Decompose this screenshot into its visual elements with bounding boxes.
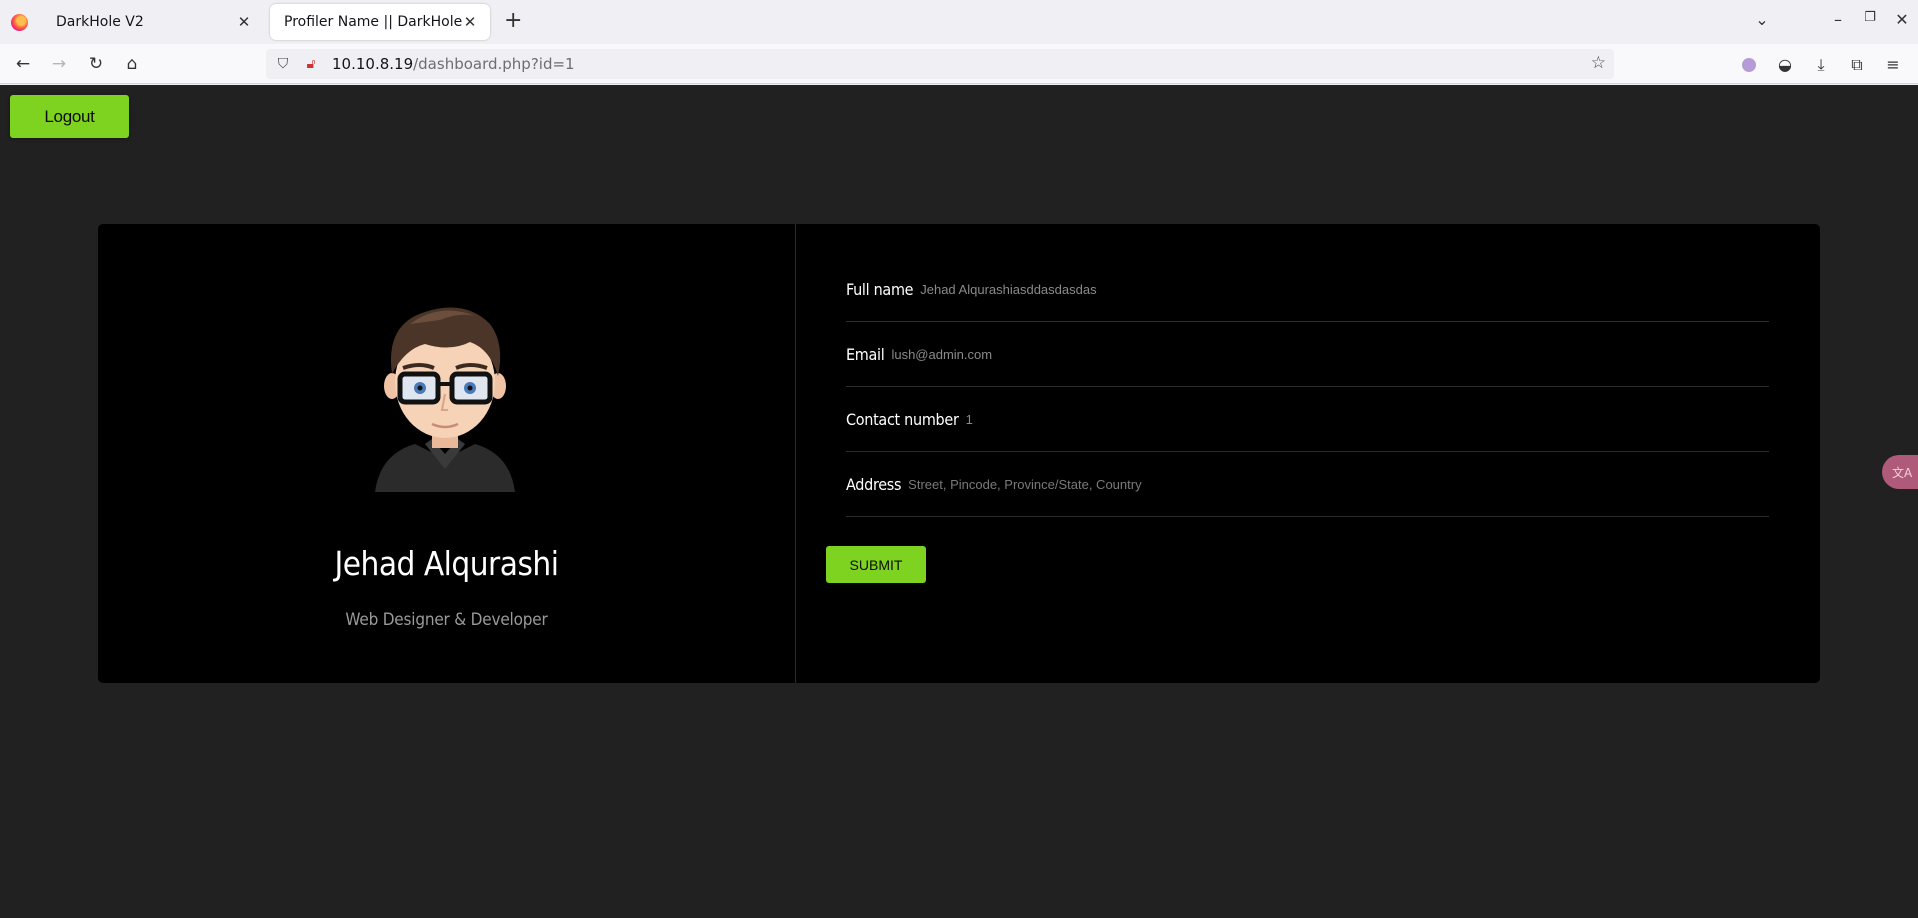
url-host: 10.10.8.19 [332, 55, 414, 73]
profile-name: Jehad Alqurashi [334, 544, 559, 583]
window-close-icon[interactable]: ✕ [1890, 10, 1914, 29]
url-bar[interactable]: ⛉ 🔓︎ 10.10.8.19/dashboard.php?id=1 ☆ [266, 49, 1614, 79]
full-name-field: Full name [846, 257, 1769, 322]
full-name-label: Full name [846, 279, 914, 299]
extensions-icon[interactable]: ⧉ [1846, 54, 1868, 76]
private-mask-icon[interactable]: ◒ [1774, 54, 1796, 76]
menu-icon[interactable]: ≡ [1882, 54, 1904, 76]
close-icon[interactable]: ✕ [462, 13, 478, 31]
navigation-toolbar: ← → ↻ ⌂ ⛉ 🔓︎ 10.10.8.19/dashboard.php?id… [0, 44, 1918, 84]
home-icon[interactable]: ⌂ [120, 52, 144, 76]
back-arrow-icon[interactable]: ← [11, 52, 35, 76]
logout-button[interactable]: Logout [10, 95, 129, 138]
new-tab-icon[interactable]: + [504, 10, 522, 32]
tab-title: DarkHole V2 [56, 14, 144, 30]
full-name-input[interactable] [920, 281, 1769, 297]
submit-button[interactable]: SUBMIT [826, 546, 926, 583]
email-label: Email [846, 344, 885, 364]
reload-icon[interactable]: ↻ [84, 52, 108, 76]
email-field: Email [846, 322, 1769, 387]
minimize-icon[interactable]: – [1826, 10, 1850, 29]
contact-number-field: Contact number [846, 387, 1769, 452]
restore-icon[interactable]: ❐ [1858, 10, 1882, 25]
list-all-tabs-icon[interactable]: ⌄ [1750, 10, 1774, 29]
tab-darkhole-v2[interactable]: DarkHole V2 ✕ [42, 4, 264, 40]
shield-icon[interactable]: ⛉ [272, 56, 294, 72]
address-input[interactable] [908, 476, 1769, 492]
account-icon[interactable] [1738, 54, 1760, 76]
address-label: Address [846, 474, 902, 494]
insecure-lock-icon[interactable]: 🔓︎ [300, 56, 322, 72]
tab-title: Profiler Name || DarkHole [284, 14, 462, 30]
profile-role: Web Designer & Developer [345, 610, 548, 630]
profile-form: Full name Email Contact number Address S… [796, 224, 1820, 683]
email-input[interactable] [891, 346, 1769, 362]
forward-arrow-icon[interactable]: → [47, 52, 71, 76]
avatar [375, 307, 515, 492]
page-content: Logout Jehad Alqurashi Web Designer & De… [0, 85, 1918, 918]
download-icon[interactable]: ⤓ [1810, 54, 1832, 76]
url-path: /dashboard.php?id=1 [413, 55, 575, 73]
address-field: Address [846, 452, 1769, 517]
translate-icon[interactable]: 文A [1882, 455, 1918, 489]
contact-number-label: Contact number [846, 409, 959, 429]
profile-card: Jehad Alqurashi Web Designer & Developer… [98, 224, 1820, 683]
contact-number-input[interactable] [965, 411, 1769, 427]
bookmark-star-icon[interactable]: ☆ [1591, 53, 1606, 73]
browser-tab-bar: DarkHole V2 ✕ Profiler Name || DarkHole … [0, 0, 1918, 44]
tab-profiler-name[interactable]: Profiler Name || DarkHole ✕ [270, 4, 490, 40]
close-icon[interactable]: ✕ [236, 13, 252, 31]
firefox-icon [11, 14, 28, 31]
profile-summary: Jehad Alqurashi Web Designer & Developer [98, 224, 796, 683]
